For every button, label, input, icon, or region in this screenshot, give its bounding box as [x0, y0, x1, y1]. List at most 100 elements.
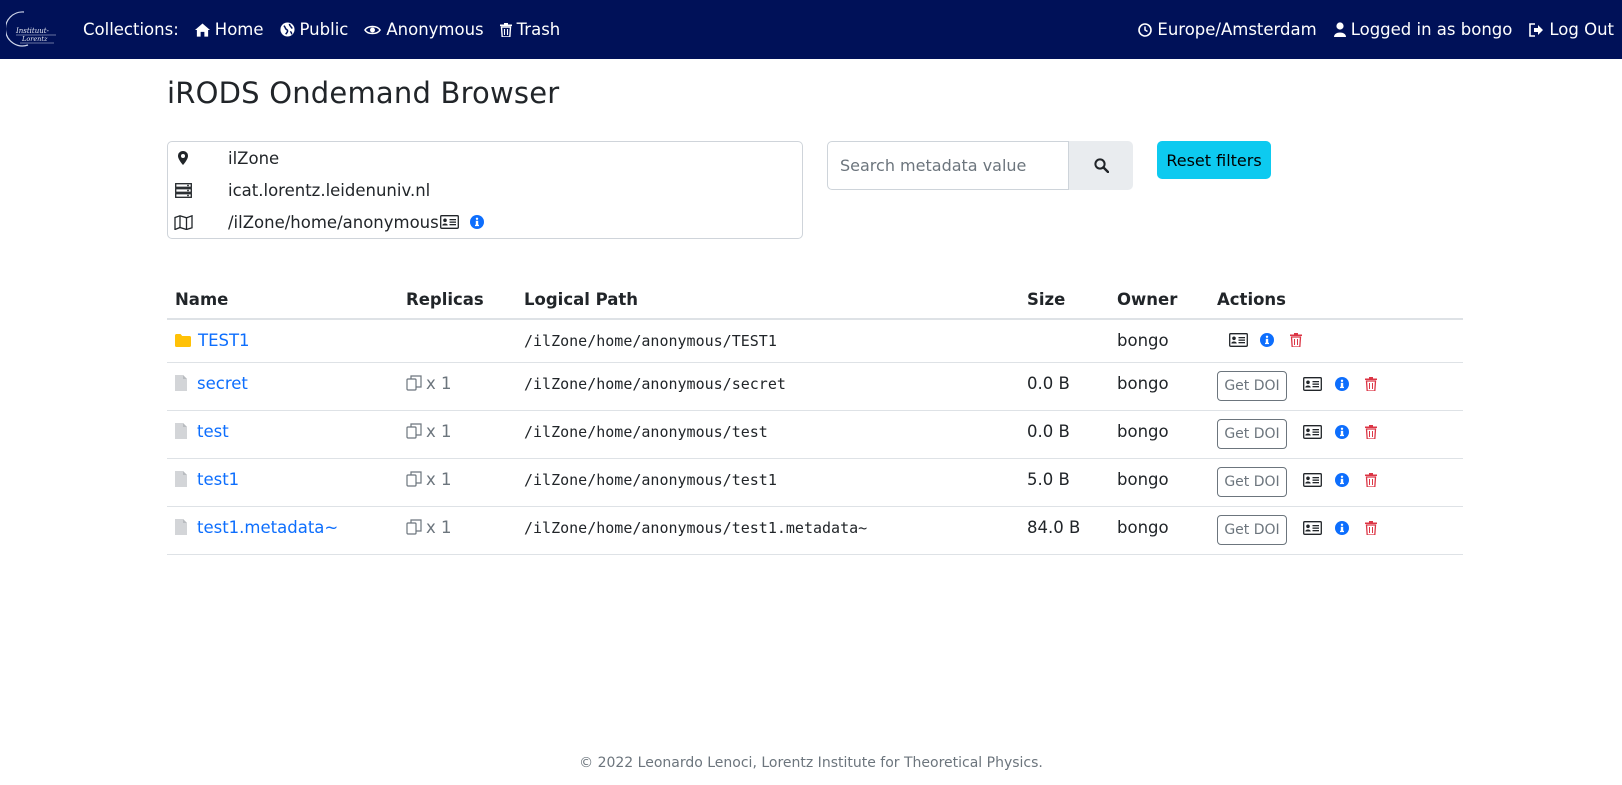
row-name-link[interactable]: secret — [197, 374, 248, 393]
folder-icon — [175, 333, 191, 347]
reset-filters-button[interactable]: Reset filters — [1157, 141, 1271, 179]
row-logical-path: /ilZone/home/anonymous/secret — [524, 375, 786, 393]
trash-icon — [499, 22, 512, 37]
timezone-display: Europe/Amsterdam — [1138, 20, 1317, 39]
row-replicas: x 1 — [406, 421, 452, 441]
user-display: Logged in as bongo — [1333, 20, 1512, 39]
nav-anonymous[interactable]: Anonymous — [364, 20, 484, 39]
get-doi-button[interactable]: Get DOI — [1217, 371, 1287, 401]
table-header-divider — [167, 318, 1463, 320]
column-header-actions: Actions — [1217, 290, 1286, 309]
column-header-size: Size — [1027, 290, 1066, 309]
row-logical-path: /ilZone/home/anonymous/TEST1 — [524, 332, 777, 350]
user-nav: Europe/Amsterdam Logged in as bongo Log … — [1121, 0, 1614, 59]
map-marker-icon — [172, 151, 194, 165]
institute-logo[interactable]: Instituut- Lorentz — [4, 8, 60, 48]
delete-trash-icon[interactable] — [1361, 422, 1381, 442]
delete-trash-icon[interactable] — [1286, 330, 1306, 350]
logout-icon — [1529, 22, 1544, 37]
logout-link[interactable]: Log Out — [1529, 20, 1614, 39]
row-name-link[interactable]: test1 — [197, 470, 239, 489]
row-name-link[interactable]: test1.metadata~ — [197, 518, 338, 537]
row-divider — [167, 458, 1463, 459]
row-divider — [167, 506, 1463, 507]
column-header-replicas: Replicas — [406, 290, 484, 309]
nav-trash[interactable]: Trash — [499, 20, 561, 39]
file-icon — [175, 519, 187, 535]
page-title: iRODS Ondemand Browser — [167, 76, 560, 110]
copy-icon — [406, 519, 422, 535]
nav-anonymous-label: Anonymous — [386, 20, 484, 39]
svg-text:Instituut-: Instituut- — [15, 27, 50, 35]
search-button[interactable] — [1069, 141, 1133, 190]
delete-trash-icon[interactable] — [1361, 518, 1381, 538]
zone-value: ilZone — [228, 148, 280, 168]
path-value: /ilZone/home/anonymous — [228, 212, 439, 232]
row-owner: bongo — [1117, 330, 1169, 350]
row-size: 0.0 B — [1027, 373, 1070, 393]
map-icon — [172, 214, 194, 230]
replica-count: x 1 — [426, 373, 452, 393]
metadata-card-icon[interactable] — [1228, 330, 1248, 350]
table-row: test1.metadata~ — [175, 517, 338, 537]
timezone-label: Europe/Amsterdam — [1157, 20, 1317, 39]
copy-icon — [406, 423, 422, 439]
row-name-link[interactable]: TEST1 — [198, 331, 250, 350]
replica-count: x 1 — [426, 421, 452, 441]
collections-nav: Collections: Home Public Anonymous Trash — [83, 0, 576, 59]
info-circle-icon[interactable] — [1332, 470, 1352, 490]
row-size: 5.0 B — [1027, 469, 1070, 489]
info-circle-icon[interactable] — [1332, 422, 1352, 442]
row-owner: bongo — [1117, 421, 1169, 441]
metadata-card-icon[interactable] — [440, 215, 459, 229]
metadata-search-group — [827, 141, 1133, 190]
path-actions — [440, 215, 484, 229]
table-row: TEST1 — [175, 330, 250, 350]
delete-trash-icon[interactable] — [1361, 374, 1381, 394]
copy-icon — [406, 375, 422, 391]
metadata-card-icon[interactable] — [1302, 518, 1322, 538]
info-circle-icon[interactable] — [1332, 374, 1352, 394]
row-size: 0.0 B — [1027, 421, 1070, 441]
nav-home[interactable]: Home — [194, 20, 264, 39]
metadata-card-icon[interactable] — [1302, 470, 1322, 490]
nav-home-label: Home — [214, 20, 264, 39]
table-row: test — [175, 421, 229, 441]
metadata-card-icon[interactable] — [1302, 374, 1322, 394]
row-replicas: x 1 — [406, 373, 452, 393]
host-value: icat.lorentz.leidenuniv.nl — [228, 180, 431, 200]
user-icon — [1333, 22, 1346, 37]
row-owner: bongo — [1117, 517, 1169, 537]
metadata-card-icon[interactable] — [1302, 422, 1322, 442]
replica-count: x 1 — [426, 517, 452, 537]
row-divider — [167, 362, 1463, 363]
logout-label: Log Out — [1549, 20, 1614, 39]
collections-label: Collections: — [83, 20, 179, 39]
search-icon — [1093, 158, 1109, 173]
file-icon — [175, 375, 187, 391]
nav-trash-label: Trash — [516, 20, 561, 39]
delete-trash-icon[interactable] — [1361, 470, 1381, 490]
nav-public[interactable]: Public — [279, 20, 348, 39]
info-circle-icon[interactable] — [470, 215, 484, 229]
file-icon — [175, 423, 187, 439]
row-logical-path: /ilZone/home/anonymous/test1 — [524, 471, 777, 489]
row-size: 84.0 B — [1027, 517, 1081, 537]
table-row: test1 — [175, 469, 239, 489]
clock-icon — [1138, 22, 1153, 37]
get-doi-button[interactable]: Get DOI — [1217, 419, 1287, 449]
home-icon — [194, 22, 210, 37]
info-circle-icon[interactable] — [1332, 518, 1352, 538]
svg-text:Lorentz: Lorentz — [21, 35, 48, 43]
replica-count: x 1 — [426, 469, 452, 489]
row-replicas: x 1 — [406, 517, 452, 537]
info-circle-icon[interactable] — [1257, 330, 1277, 350]
get-doi-button[interactable]: Get DOI — [1217, 467, 1287, 497]
metadata-search-input[interactable] — [827, 141, 1069, 190]
get-doi-button[interactable]: Get DOI — [1217, 515, 1287, 545]
row-divider — [167, 554, 1463, 555]
column-header-name: Name — [175, 290, 229, 309]
row-name-link[interactable]: test — [197, 422, 229, 441]
table-row: secret — [175, 373, 248, 393]
eye-icon — [364, 25, 382, 34]
